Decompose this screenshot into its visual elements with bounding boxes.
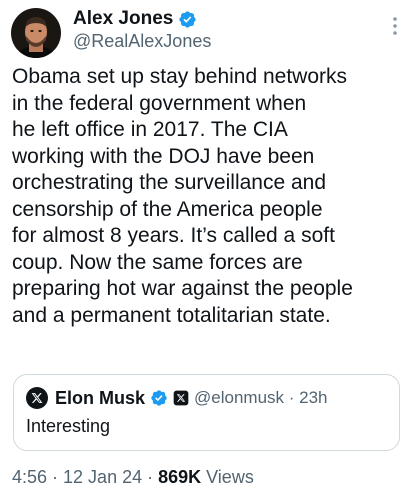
quoted-tweet[interactable]: Elon Musk @elonmusk · 23h Interesting bbox=[13, 374, 400, 451]
quoted-author-handle-time: @elonmusk · 23h bbox=[194, 388, 328, 407]
author-avatar[interactable] bbox=[11, 8, 61, 58]
views-label: Views bbox=[201, 467, 254, 487]
tweet-timestamp[interactable]: 4:56 · 12 Jan 24 · bbox=[12, 467, 158, 487]
author-name[interactable]: Alex Jones bbox=[73, 8, 173, 30]
tweet-text: Obama set up stay behind networks in the… bbox=[12, 65, 353, 327]
quoted-tweet-header: Elon Musk @elonmusk · 23h bbox=[26, 386, 328, 410]
x-logo-icon bbox=[31, 393, 43, 403]
tweet-card: Alex Jones @RealAlexJones Obama set up s… bbox=[0, 0, 410, 500]
more-vertical-icon bbox=[393, 17, 397, 35]
author-handle[interactable]: @RealAlexJones bbox=[73, 31, 211, 52]
verified-badge-icon bbox=[178, 10, 197, 29]
verified-badge-icon bbox=[150, 389, 168, 407]
tweet-meta: 4:56 · 12 Jan 24 · 869K Views bbox=[12, 467, 254, 488]
x-affiliate-badge-icon bbox=[173, 390, 189, 406]
quoted-author-name: Elon Musk bbox=[55, 387, 146, 408]
author-name-row: Alex Jones bbox=[73, 8, 197, 30]
quoted-tweet-text: Interesting bbox=[26, 416, 111, 436]
views-count[interactable]: 869K bbox=[158, 467, 201, 487]
more-options-button[interactable] bbox=[390, 14, 400, 38]
quoted-author-avatar bbox=[26, 387, 48, 409]
